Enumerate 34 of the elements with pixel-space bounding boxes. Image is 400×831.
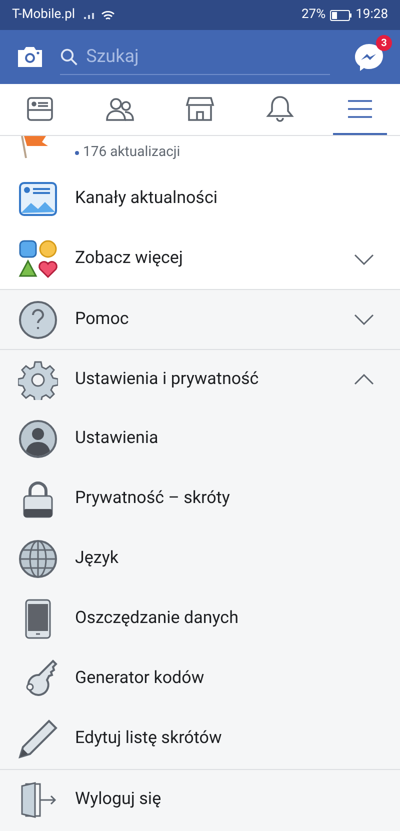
bell-icon [265, 94, 295, 124]
camera-icon[interactable] [16, 45, 44, 69]
chevron-up-icon [354, 374, 374, 385]
menu-label: Zobacz więcej [75, 247, 184, 270]
chevron-down-icon [354, 314, 374, 325]
globe-icon [18, 539, 58, 579]
update-count: 176 aktualizacji [83, 143, 180, 162]
carrier-name: T-Mobile.pl [12, 6, 76, 24]
menu-label: Kanały aktualności [75, 187, 218, 210]
menu-label: Ustawienia i prywatność [75, 368, 260, 391]
menu-label: Edytuj listę skrótów [75, 727, 223, 750]
menu-label: Wyloguj się [75, 788, 162, 811]
bullet-icon [75, 150, 79, 154]
menu-label: Generator kodów [75, 667, 206, 690]
menu-label: Język [75, 547, 120, 570]
battery-icon [330, 10, 352, 20]
shapes-icon [18, 239, 58, 279]
wifi-icon [101, 10, 116, 20]
battery-percent: 27% [301, 6, 326, 24]
pencil-icon [18, 719, 58, 759]
settings-icon [18, 360, 58, 400]
chevron-down-icon [354, 254, 374, 264]
menu-item[interactable]: Kanały aktualności [0, 169, 400, 229]
news-feed-icon [18, 179, 58, 219]
menu-label: Pomoc [75, 308, 130, 331]
menu-item[interactable]: Zobacz więcej [0, 229, 400, 289]
person-icon [18, 419, 58, 459]
clock: 19:28 [356, 6, 388, 24]
notification-badge: 3 [376, 35, 392, 51]
search-icon [60, 46, 78, 66]
help-icon [18, 300, 58, 340]
menu-label: Oszczędzanie danych [75, 607, 240, 630]
menu-label: Ustawienia [75, 427, 160, 450]
menu-label: Prywatność – skróty [75, 487, 231, 510]
